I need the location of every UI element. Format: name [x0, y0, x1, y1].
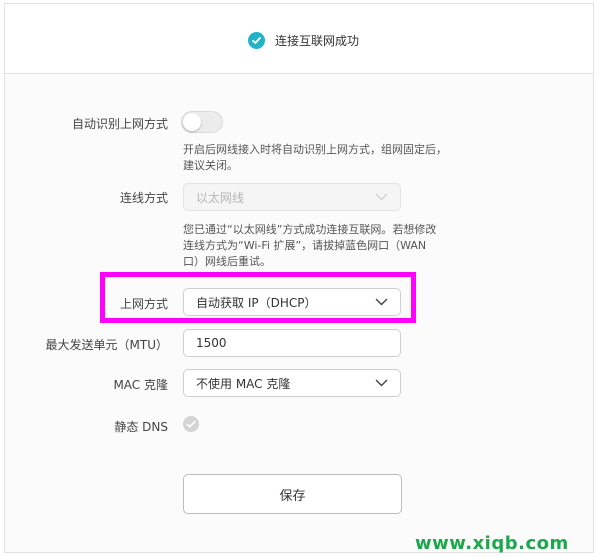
check-circle-icon: [248, 31, 265, 49]
mac-clone-label: MAC 克隆: [113, 378, 168, 392]
mtu-label: 最大发送单元（MTU）: [45, 338, 168, 352]
static-dns-checkbox[interactable]: [183, 416, 199, 436]
chevron-down-icon: [375, 298, 388, 306]
settings-panel: 连接互联网成功: [4, 3, 594, 553]
connection-type-select: 以太网线: [183, 183, 401, 211]
internet-mode-select[interactable]: 自动获取 IP（DHCP）: [183, 288, 401, 316]
chevron-down-icon: [375, 379, 388, 387]
connection-type-value: 以太网线: [196, 190, 245, 205]
mac-clone-value: 不使用 MAC 克隆: [196, 376, 291, 391]
save-button[interactable]: 保存: [183, 474, 402, 514]
mtu-input[interactable]: 1500: [183, 329, 401, 357]
connection-type-hint: 您已通过“以太网线”方式成功连接互联网。若想修改 连线方式为“Wi-Fi 扩展”…: [183, 222, 436, 270]
mtu-value: 1500: [196, 336, 227, 350]
status-header: 连接互联网成功: [5, 4, 593, 74]
auto-detect-hint: 开启后网线接入时将自动识别上网方式，组网固定后， 建议关闭。: [183, 142, 447, 174]
toggle-knob: [183, 113, 201, 131]
internet-mode-label: 上网方式: [119, 297, 168, 311]
connection-type-hint-line3: 口）网线后重试。: [183, 255, 271, 268]
connection-status: 连接互联网成功: [248, 30, 359, 50]
connection-type-label: 连线方式: [119, 191, 168, 205]
auto-detect-hint-line2: 建议关闭。: [183, 159, 238, 172]
connection-type-hint-line1: 您已通过“以太网线”方式成功连接互联网。若想修改: [183, 223, 437, 236]
auto-detect-toggle[interactable]: [181, 111, 223, 133]
check-circle-icon: [183, 416, 199, 432]
mac-clone-select[interactable]: 不使用 MAC 克隆: [183, 369, 401, 397]
connection-type-hint-line2: 连线方式为“Wi-Fi 扩展”，请拔掉蓝色网口（WAN: [183, 239, 427, 252]
static-dns-label: 静态 DNS: [114, 420, 168, 434]
internet-mode-value: 自动获取 IP（DHCP）: [196, 295, 317, 310]
auto-detect-label: 自动识别上网方式: [71, 117, 168, 131]
status-text: 连接互联网成功: [275, 33, 360, 48]
auto-detect-hint-line1: 开启后网线接入时将自动识别上网方式，组网固定后，: [183, 143, 447, 156]
chevron-down-icon: [375, 193, 388, 201]
watermark: www.xiqb.com: [415, 533, 569, 554]
